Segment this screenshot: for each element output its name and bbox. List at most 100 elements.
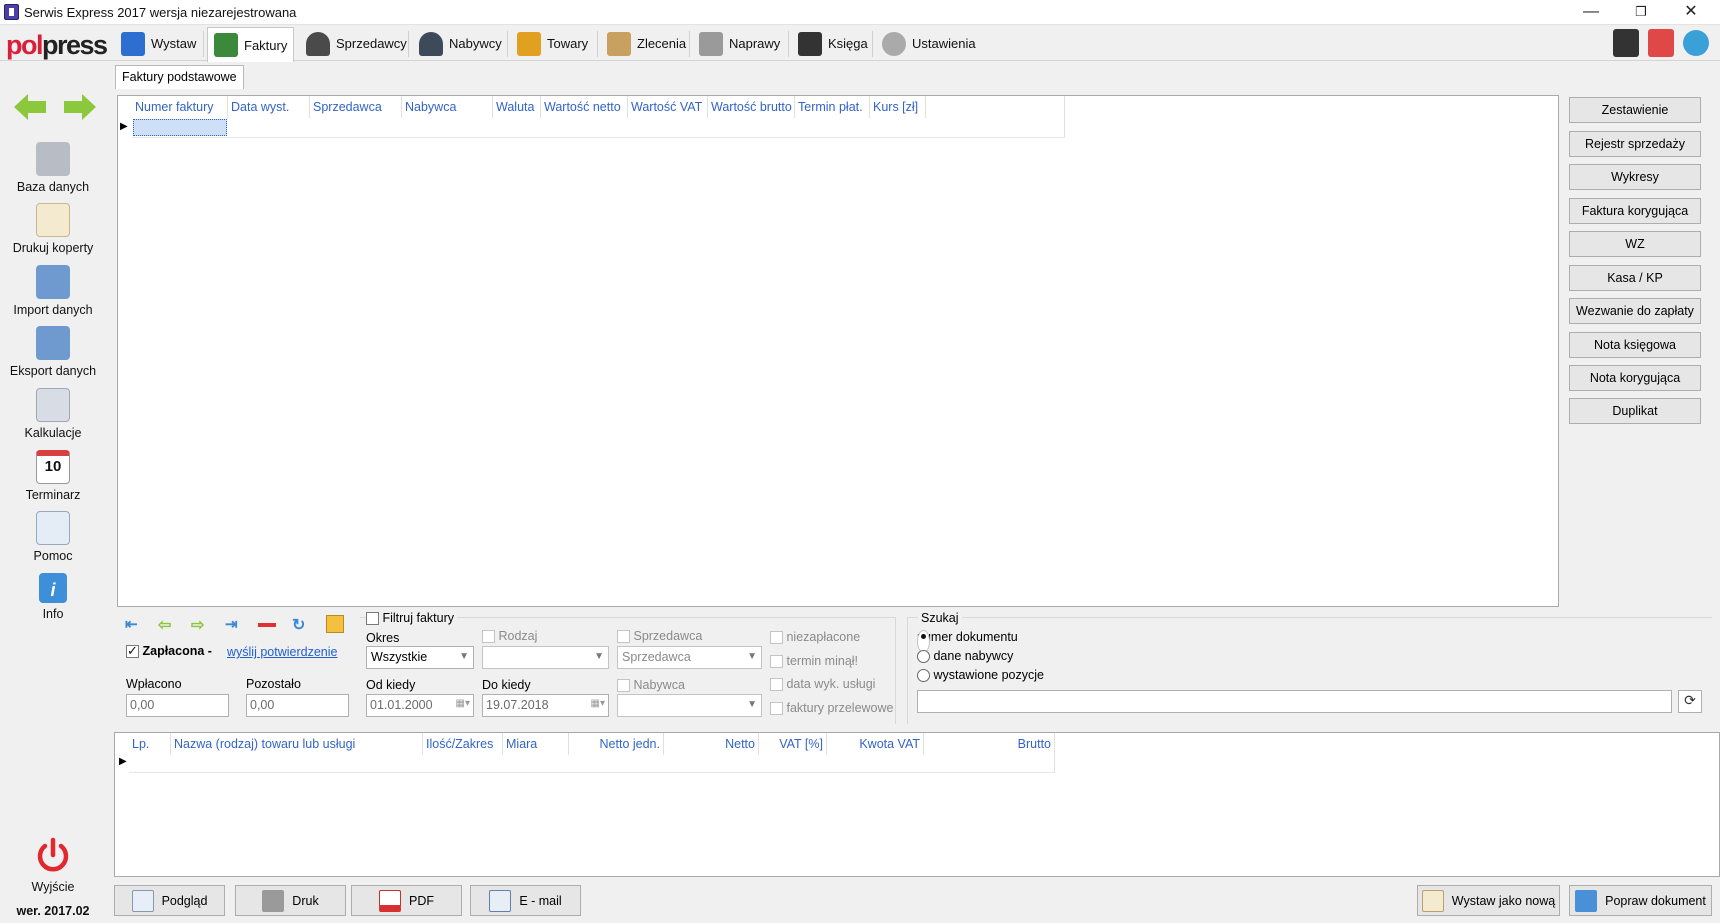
search-refresh-icon[interactable]: ⟳ (1678, 690, 1702, 713)
invoice-grid[interactable]: Numer faktury Data wyst. Sprzedawca Naby… (117, 95, 1559, 607)
sidebar-item-import-danych[interactable]: Import danych (0, 265, 106, 317)
sidebar-item-terminarz[interactable]: 10 Terminarz (0, 450, 106, 502)
power-icon[interactable] (34, 837, 72, 875)
search-input[interactable] (917, 690, 1672, 713)
delete-record-icon[interactable] (258, 623, 276, 627)
remaining-input[interactable]: 0,00 (246, 694, 349, 717)
globe-icon[interactable] (1683, 30, 1709, 56)
duplikat-button[interactable]: Duplikat (1569, 398, 1701, 424)
pdf-button[interactable]: PDF (351, 885, 462, 916)
unpaid-checkbox[interactable]: niezapłacone (770, 630, 860, 645)
main-toolbar: polpress Wystaw Faktury Sprzedawcy Nabyw… (0, 26, 1720, 62)
back-arrow-icon[interactable] (12, 92, 48, 122)
search-option-issued-items[interactable]: wystawione pozycje (917, 668, 1044, 683)
tab-nabywcy[interactable]: Nabywcy (413, 27, 508, 60)
col-sprzedawca[interactable]: Sprzedawca (310, 96, 402, 118)
sidebar-item-eksport-danych[interactable]: Eksport danych (0, 326, 106, 378)
col-wartosc-vat[interactable]: Wartość VAT (628, 96, 708, 118)
jpk-icon[interactable] (1613, 29, 1639, 57)
envelope-icon (36, 203, 70, 237)
service-date-checkbox[interactable]: data wyk. usługi (770, 677, 875, 692)
note-icon[interactable] (326, 615, 344, 633)
forward-arrow-icon[interactable] (62, 92, 98, 122)
send-confirmation-link[interactable]: wyślij potwierdzenie (227, 645, 337, 659)
next-record-icon[interactable]: ⇨ (191, 615, 209, 634)
wykresy-button[interactable]: Wykresy (1569, 164, 1701, 190)
nota-korygujaca-button[interactable]: Nota korygująca (1569, 365, 1701, 391)
wz-button[interactable]: WZ (1569, 231, 1701, 257)
col-wartosc-netto[interactable]: Wartość netto (541, 96, 628, 118)
tab-sprzedawcy[interactable]: Sprzedawcy (300, 27, 413, 60)
paid-checkbox[interactable]: Zapłacona - (126, 643, 212, 659)
search-option-document-number[interactable]: numer dokumentu (917, 630, 1018, 653)
sidebar-item-info[interactable]: i Info (0, 573, 106, 621)
transfer-checkbox[interactable]: faktury przelewowe (770, 701, 893, 716)
col-wartosc-brutto[interactable]: Wartość brutto (708, 96, 795, 118)
rejestr-sprzedazy-button[interactable]: Rejestr sprzedaży (1569, 131, 1701, 157)
period-select[interactable]: Wszystkie ▼ (366, 646, 474, 669)
col-nabywca[interactable]: Nabywca (402, 96, 493, 118)
minimize-button[interactable]: — (1568, 0, 1614, 25)
col-data-wyst[interactable]: Data wyst. (228, 96, 310, 118)
sidebar-item-pomoc[interactable]: Pomoc (0, 511, 106, 563)
tab-ustawienia[interactable]: Ustawienia (876, 27, 982, 60)
col-brutto[interactable]: Brutto (924, 733, 1055, 755)
sidebar-item-kalkulacje[interactable]: Kalkulacje (0, 388, 106, 440)
row-pointer-icon: ▶ (120, 121, 128, 132)
seller-checkbox[interactable]: Sprzedawca (617, 629, 702, 644)
buyer-select[interactable]: ▼ (617, 694, 762, 717)
close-button[interactable]: ✕ (1668, 0, 1714, 25)
col-kwota-vat[interactable]: Kwota VAT (827, 733, 924, 755)
buyer-checkbox[interactable]: Nabywca (617, 678, 685, 693)
zestawienie-button[interactable]: Zestawienie (1569, 97, 1701, 123)
issue-as-new-button[interactable]: Wystaw jako nową (1417, 885, 1560, 916)
paid-amount-input[interactable]: 0,00 (126, 694, 229, 717)
tab-ksiega[interactable]: Księga (792, 27, 874, 60)
col-numer-faktury[interactable]: Numer faktury (132, 96, 228, 118)
selected-cell[interactable] (133, 119, 227, 136)
col-netto-jedn[interactable]: Netto jedn. (569, 733, 664, 755)
kind-select[interactable]: ▼ (482, 646, 609, 669)
first-record-icon[interactable]: ⇤ (125, 615, 143, 633)
fix-document-button[interactable]: Popraw dokument (1569, 885, 1712, 916)
tab-towary[interactable]: Towary (511, 27, 594, 60)
email-button[interactable]: E - mail (470, 885, 581, 916)
seller-select[interactable]: Sprzedawca ▼ (617, 646, 762, 669)
to-date-input[interactable]: 19.07.2018 ▦▾ (482, 694, 609, 717)
faktura-korygujaca-button[interactable]: Faktura korygująca (1569, 198, 1701, 224)
col-waluta[interactable]: Waluta (493, 96, 541, 118)
last-record-icon[interactable]: ⇥ (225, 615, 243, 633)
nota-ksiegowa-button[interactable]: Nota księgowa (1569, 332, 1701, 358)
col-nazwa[interactable]: Nazwa (rodzaj) towaru lub usługi (171, 733, 423, 755)
mail-icon[interactable] (1648, 29, 1674, 57)
col-lp[interactable]: Lp. (129, 733, 171, 755)
col-kurs[interactable]: Kurs [zł] (870, 96, 926, 118)
prev-record-icon[interactable]: ⇦ (158, 615, 176, 634)
filter-checkbox[interactable]: Filtruj faktury (366, 611, 458, 626)
items-grid[interactable]: Lp. Nazwa (rodzaj) towaru lub usługi Ilo… (114, 732, 1720, 877)
kind-checkbox[interactable]: Rodzaj (482, 629, 537, 644)
sidebar-item-baza-danych[interactable]: Baza danych (0, 142, 106, 194)
from-date-input[interactable]: 01.01.2000 ▦▾ (366, 694, 474, 717)
wezwanie-do-zaplaty-button[interactable]: Wezwanie do zapłaty (1569, 298, 1701, 324)
preview-button[interactable]: Podgląd (114, 885, 225, 916)
col-miara[interactable]: Miara (503, 733, 569, 755)
tab-zlecenia[interactable]: Zlecenia (601, 27, 692, 60)
print-button[interactable]: Druk (235, 885, 346, 916)
paid-amount-label: Wpłacono (126, 677, 182, 691)
refresh-icon[interactable]: ↻ (292, 615, 310, 634)
restore-button[interactable]: ❐ (1618, 0, 1664, 25)
kasa-kp-button[interactable]: Kasa / KP (1569, 265, 1701, 291)
tab-faktury-podstawowe[interactable]: Faktury podstawowe (115, 65, 244, 89)
overdue-checkbox[interactable]: termin minął! (770, 654, 858, 669)
search-option-buyer-data[interactable]: dane nabywcy (917, 649, 1013, 664)
tab-faktury[interactable]: Faktury (207, 27, 295, 62)
col-termin-plat[interactable]: Termin płat. (795, 96, 870, 118)
tab-wystaw[interactable]: Wystaw (115, 27, 202, 60)
col-ilosc-zakres[interactable]: Ilość/Zakres (423, 733, 503, 755)
col-netto[interactable]: Netto (664, 733, 759, 755)
sidebar-item-drukuj-koperty[interactable]: Drukuj koperty (0, 203, 106, 255)
tab-naprawy[interactable]: Naprawy (693, 27, 786, 60)
exit-button[interactable]: Wyjście (0, 880, 106, 894)
col-vat-percent[interactable]: VAT [%] (759, 733, 827, 755)
